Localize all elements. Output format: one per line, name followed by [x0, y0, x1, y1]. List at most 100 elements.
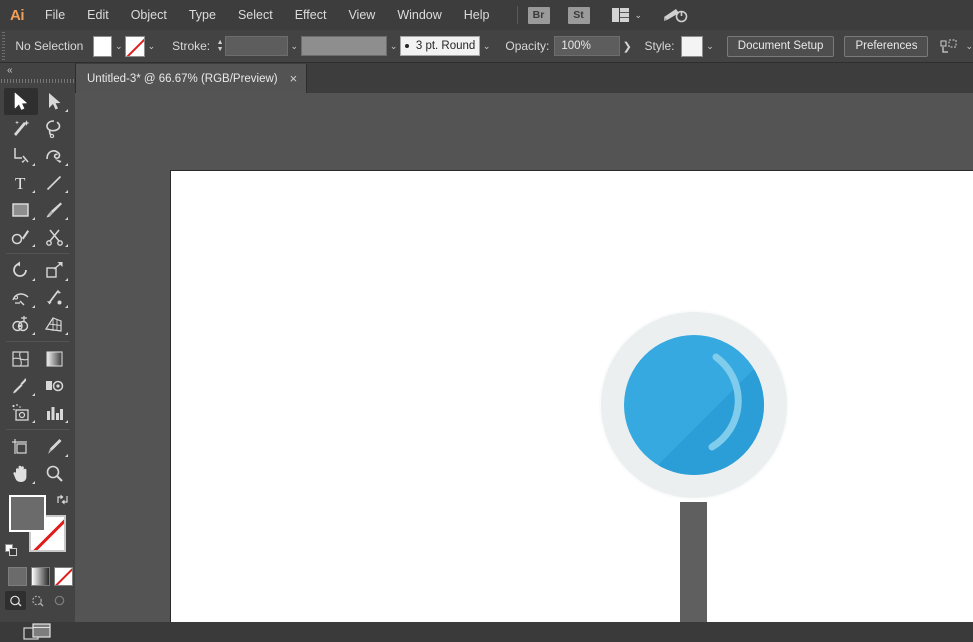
hand-tool[interactable]: [4, 460, 38, 487]
chevron-down-icon[interactable]: ⌄: [635, 10, 643, 21]
stroke-weight-chevron-down-icon[interactable]: ⌄: [288, 36, 302, 57]
slice-tool[interactable]: [38, 433, 72, 460]
workspace-switcher-icon[interactable]: [662, 5, 688, 25]
zoom-tool[interactable]: [38, 460, 72, 487]
direct-selection-tool[interactable]: [38, 88, 72, 115]
change-screen-mode-button[interactable]: [0, 610, 75, 642]
tools-panel: « T: [0, 63, 76, 640]
shaper-tool[interactable]: [4, 223, 38, 250]
illustrator-window: Ai File Edit Object Type Select Effect V…: [0, 0, 973, 640]
draw-behind-button[interactable]: [27, 591, 48, 610]
blend-tool[interactable]: [38, 372, 72, 399]
stroke-weight-stepper[interactable]: ▲ ▼: [215, 36, 225, 56]
close-icon[interactable]: ×: [290, 72, 298, 85]
fill-stroke-controls: [0, 493, 75, 563]
fill-swatch[interactable]: [9, 495, 46, 532]
mesh-tool[interactable]: [4, 345, 38, 372]
opacity-input[interactable]: 100%: [554, 36, 621, 56]
style-label: Style:: [644, 39, 675, 53]
scissors-tool[interactable]: [38, 223, 72, 250]
arrange-documents-icon[interactable]: [611, 8, 630, 22]
stroke-chevron-down-icon[interactable]: ⌄: [145, 36, 159, 57]
brush-definition-label: 3 pt. Round: [415, 40, 476, 52]
drawing-mode-buttons: [0, 586, 75, 610]
width-tool[interactable]: [4, 284, 38, 311]
stepper-down-icon: ▼: [216, 46, 224, 53]
fill-chevron-down-icon[interactable]: ⌄: [112, 36, 126, 57]
menu-view[interactable]: View: [337, 0, 386, 30]
stroke-weight-input[interactable]: [225, 36, 288, 56]
stepper-up-icon: ▲: [216, 39, 224, 46]
scale-tool[interactable]: [38, 257, 72, 284]
selection-tool[interactable]: [4, 88, 38, 115]
opacity-expand-icon[interactable]: ❯: [620, 36, 634, 56]
brush-dot-icon: [404, 44, 409, 48]
document-tab-title: Untitled-3* @ 66.67% (RGB/Preview): [87, 72, 278, 85]
menu-divider: [516, 6, 518, 24]
stroke-color-swatch[interactable]: [125, 35, 145, 57]
magic-wand-tool[interactable]: [4, 115, 38, 142]
artboard[interactable]: [170, 170, 973, 622]
app-logo: Ai: [10, 6, 25, 24]
opacity-label: Opacity:: [505, 39, 550, 53]
brush-chevron-down-icon[interactable]: ⌄: [480, 36, 494, 57]
menu-effect[interactable]: Effect: [284, 0, 338, 30]
menu-select[interactable]: Select: [227, 0, 284, 30]
default-fill-stroke-icon[interactable]: [5, 544, 18, 557]
color-mode-button[interactable]: [8, 567, 27, 586]
bridge-button[interactable]: Br: [527, 6, 550, 24]
draw-normal-button[interactable]: [5, 591, 26, 610]
paint-mode-buttons: [0, 563, 75, 586]
menu-object[interactable]: Object: [120, 0, 178, 30]
stock-button[interactable]: St: [567, 6, 590, 24]
stroke-profile-chevron-down-icon[interactable]: ⌄: [387, 36, 401, 57]
style-chevron-down-icon[interactable]: ⌄: [703, 36, 717, 57]
tool-divider: [6, 253, 69, 254]
stroke-profile-field[interactable]: [301, 36, 387, 56]
menu-window[interactable]: Window: [386, 0, 452, 30]
menu-file[interactable]: File: [34, 0, 76, 30]
tools-panel-grip[interactable]: [0, 77, 75, 86]
rotate-tool[interactable]: [4, 257, 38, 284]
none-mode-button[interactable]: [54, 567, 73, 586]
swap-fill-stroke-icon[interactable]: [56, 493, 69, 506]
free-transform-tool[interactable]: [38, 284, 72, 311]
tools-grid: T: [0, 86, 75, 487]
graphic-style-swatch[interactable]: [680, 35, 704, 57]
document-tab-bar: Untitled-3* @ 66.67% (RGB/Preview) ×: [75, 63, 973, 94]
canvas-area[interactable]: [75, 93, 973, 622]
svg-text:T: T: [15, 174, 26, 192]
lasso-tool[interactable]: [38, 115, 72, 142]
column-graph-tool[interactable]: [38, 399, 72, 426]
pen-tool[interactable]: [4, 142, 38, 169]
brush-definition-field[interactable]: 3 pt. Round: [400, 36, 480, 56]
document-tab[interactable]: Untitled-3* @ 66.67% (RGB/Preview) ×: [75, 64, 308, 93]
symbol-sprayer-tool[interactable]: [4, 399, 38, 426]
menu-type[interactable]: Type: [178, 0, 227, 30]
rectangle-tool[interactable]: [4, 196, 38, 223]
collapse-panel-button[interactable]: «: [0, 63, 75, 77]
tool-divider: [6, 429, 69, 430]
line-segment-tool[interactable]: [38, 169, 72, 196]
document-setup-button[interactable]: Document Setup: [726, 35, 835, 57]
gradient-mode-button[interactable]: [31, 567, 50, 586]
draw-inside-button[interactable]: [49, 591, 70, 610]
menu-help[interactable]: Help: [453, 0, 501, 30]
magnifier-highlight-arc: [708, 353, 742, 451]
curvature-tool[interactable]: [38, 142, 72, 169]
gradient-tool[interactable]: [38, 345, 72, 372]
perspective-grid-tool[interactable]: [38, 311, 72, 338]
align-to-artboard-icon[interactable]: ⌄: [940, 38, 973, 54]
fill-color-swatch[interactable]: [92, 35, 112, 57]
type-tool[interactable]: T: [4, 169, 38, 196]
magnifier-handle-shape[interactable]: [680, 502, 707, 622]
magnifying-glass-illustration[interactable]: [601, 312, 801, 622]
shape-builder-tool[interactable]: [4, 311, 38, 338]
paintbrush-tool[interactable]: [38, 196, 72, 223]
artboard-tool[interactable]: [4, 433, 38, 460]
selection-status: No Selection: [15, 39, 84, 53]
eyedropper-tool[interactable]: [4, 372, 38, 399]
align-chevron-down-icon[interactable]: ⌄: [965, 41, 973, 52]
menu-edit[interactable]: Edit: [76, 0, 120, 30]
preferences-button[interactable]: Preferences: [844, 35, 929, 57]
